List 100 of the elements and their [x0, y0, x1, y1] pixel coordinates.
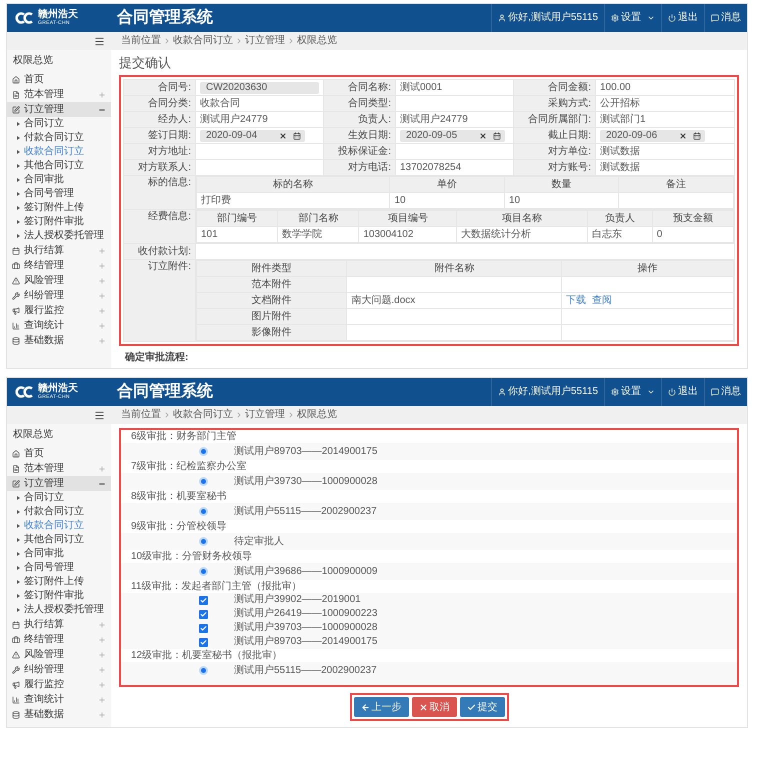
sidebar-subitem[interactable]: 签订附件审批 [7, 215, 111, 229]
sidebar-item[interactable]: 查询统计 [7, 692, 111, 707]
breadcrumb-item[interactable]: 订立管理 [245, 35, 285, 47]
chevron-icon [287, 37, 295, 45]
radio-button[interactable] [199, 666, 208, 675]
field-label: 合同号: [124, 80, 196, 96]
sidebar-item[interactable]: 范本管理 [7, 87, 111, 102]
bullet-icon [17, 580, 20, 584]
sidebar-subitem[interactable]: 其他合同订立 [7, 533, 111, 547]
sidebar-item[interactable]: 执行结算 [7, 243, 111, 258]
checkbox[interactable] [199, 624, 208, 632]
field-label: 采购方式: [514, 96, 596, 112]
field-label: 签订日期: [124, 128, 196, 144]
bullet-icon [17, 192, 20, 196]
approval-step-title: 8级审批：机要室秘书 [121, 490, 737, 503]
attachment-type: 范本附件 [196, 276, 347, 292]
sidebar-subitem[interactable]: 收款合同订立 [7, 145, 111, 159]
megaphone-icon [12, 680, 20, 688]
field-value: 测试用户24779 [196, 112, 324, 128]
breadcrumb-item[interactable]: 订立管理 [245, 409, 285, 421]
sidebar-subitem[interactable]: 法人授权委托管理 [7, 229, 111, 243]
action-button[interactable]: 提交 [460, 697, 504, 717]
checkbox[interactable] [199, 610, 208, 618]
breadcrumb-item[interactable]: 收款合同订立 [173, 409, 233, 421]
sidebar-subitem[interactable]: 签订附件上传 [7, 575, 111, 589]
action-link[interactable]: 查阅 [592, 294, 612, 306]
menu-icon[interactable] [94, 410, 105, 420]
column-header: 附件类型 [196, 260, 347, 276]
approval-step-title: 9级审批：分管校领导 [121, 520, 737, 533]
action-button[interactable]: 取消 [412, 697, 456, 717]
sidebar-item[interactable]: 基础数据 [7, 707, 111, 722]
sidebar-item[interactable]: 纠纷管理 [7, 288, 111, 303]
bullet-icon [17, 524, 20, 528]
sidebar-item[interactable]: 风险管理 [7, 273, 111, 288]
field-label: 生效日期: [324, 128, 396, 144]
approver-name: 测试用户26419——1000900223 [234, 608, 378, 620]
wrench-icon [12, 666, 20, 674]
sidebar-item[interactable]: 订立管理 [7, 476, 111, 491]
sidebar-item[interactable]: 首页 [7, 446, 111, 461]
action-button[interactable]: 上一步 [354, 697, 408, 717]
radio-button[interactable] [199, 477, 208, 486]
sidebar-subitem[interactable]: 合同号管理 [7, 561, 111, 575]
edit-icon [12, 106, 20, 114]
sidebar-item[interactable]: 终结管理 [7, 258, 111, 273]
chevron-icon [235, 37, 243, 45]
sidebar-item[interactable]: 履行监控 [7, 677, 111, 692]
sidebar-item[interactable]: 首页 [7, 72, 111, 87]
sidebar-item[interactable]: 风险管理 [7, 647, 111, 662]
sidebar-subitem[interactable]: 合同审批 [7, 173, 111, 187]
attachment-type: 图片附件 [196, 308, 347, 324]
sidebar-subitem[interactable]: 收款合同订立 [7, 519, 111, 533]
sidebar-item[interactable]: 履行监控 [7, 303, 111, 318]
sidebar-subitem[interactable]: 签订附件上传 [7, 201, 111, 215]
menu-icon[interactable] [94, 36, 105, 46]
breadcrumb-item[interactable]: 权限总览 [297, 409, 337, 421]
field-value: 测试0001 [396, 80, 514, 96]
field-value: 收款合同 [196, 96, 324, 112]
home-icon [12, 450, 20, 458]
column-header: 项目名称 [456, 210, 588, 226]
radio-button[interactable] [199, 537, 208, 546]
briefcase-icon [12, 262, 20, 270]
sidebar-subitem[interactable]: 付款合同订立 [7, 131, 111, 145]
field-label: 对方电话: [324, 160, 396, 176]
approval-step-title: 12级审批：机要室秘书（报批审） [121, 649, 737, 662]
sidebar-item[interactable]: 范本管理 [7, 461, 111, 476]
sidebar-subitem[interactable]: 付款合同订立 [7, 505, 111, 519]
logo-icon [15, 386, 35, 398]
radio-button[interactable] [199, 567, 208, 576]
radio-button[interactable] [199, 507, 208, 516]
sidebar-item[interactable]: 终结管理 [7, 632, 111, 647]
table-cell: 10 [504, 192, 619, 208]
caret-icon [647, 14, 655, 22]
approval-step-title: 10级审批：分管财务校领导 [121, 550, 737, 563]
sidebar-subitem[interactable]: 合同号管理 [7, 187, 111, 201]
sidebar-subitem[interactable]: 合同审批 [7, 547, 111, 561]
sidebar-subitem[interactable]: 其他合同订立 [7, 159, 111, 173]
sidebar-subitem[interactable]: 法人授权委托管理 [7, 603, 111, 617]
sidebar-item[interactable]: 执行结算 [7, 617, 111, 632]
sidebar-item[interactable]: 纠纷管理 [7, 662, 111, 677]
chevron-icon [163, 37, 171, 45]
edit-icon [12, 480, 20, 488]
sidebar-item[interactable]: 订立管理 [7, 102, 111, 117]
approver-name: 测试用户55115——2002900237 [234, 664, 377, 676]
checkbox[interactable] [199, 596, 208, 604]
approval-step-title: 11级审批：发起者部门主管（报批审） [121, 580, 737, 593]
checkbox[interactable] [199, 638, 208, 646]
breadcrumb-item[interactable]: 收款合同订立 [173, 35, 233, 47]
chevron-icon [287, 411, 295, 419]
sidebar-subitem[interactable]: 合同订立 [7, 117, 111, 131]
sidebar-subitem[interactable]: 合同订立 [7, 491, 111, 505]
sidebar-item[interactable]: 查询统计 [7, 318, 111, 333]
sidebar-item[interactable]: 基础数据 [7, 333, 111, 348]
breadcrumb-item[interactable]: 权限总览 [297, 35, 337, 47]
radio-button[interactable] [199, 447, 208, 456]
column-header: 部门名称 [278, 210, 359, 226]
table-cell: 0 [652, 226, 734, 242]
action-link[interactable]: 下载 [566, 294, 586, 306]
logo-icon [15, 12, 35, 24]
sidebar-subitem[interactable]: 签订附件审批 [7, 589, 111, 603]
database-icon [12, 710, 20, 718]
